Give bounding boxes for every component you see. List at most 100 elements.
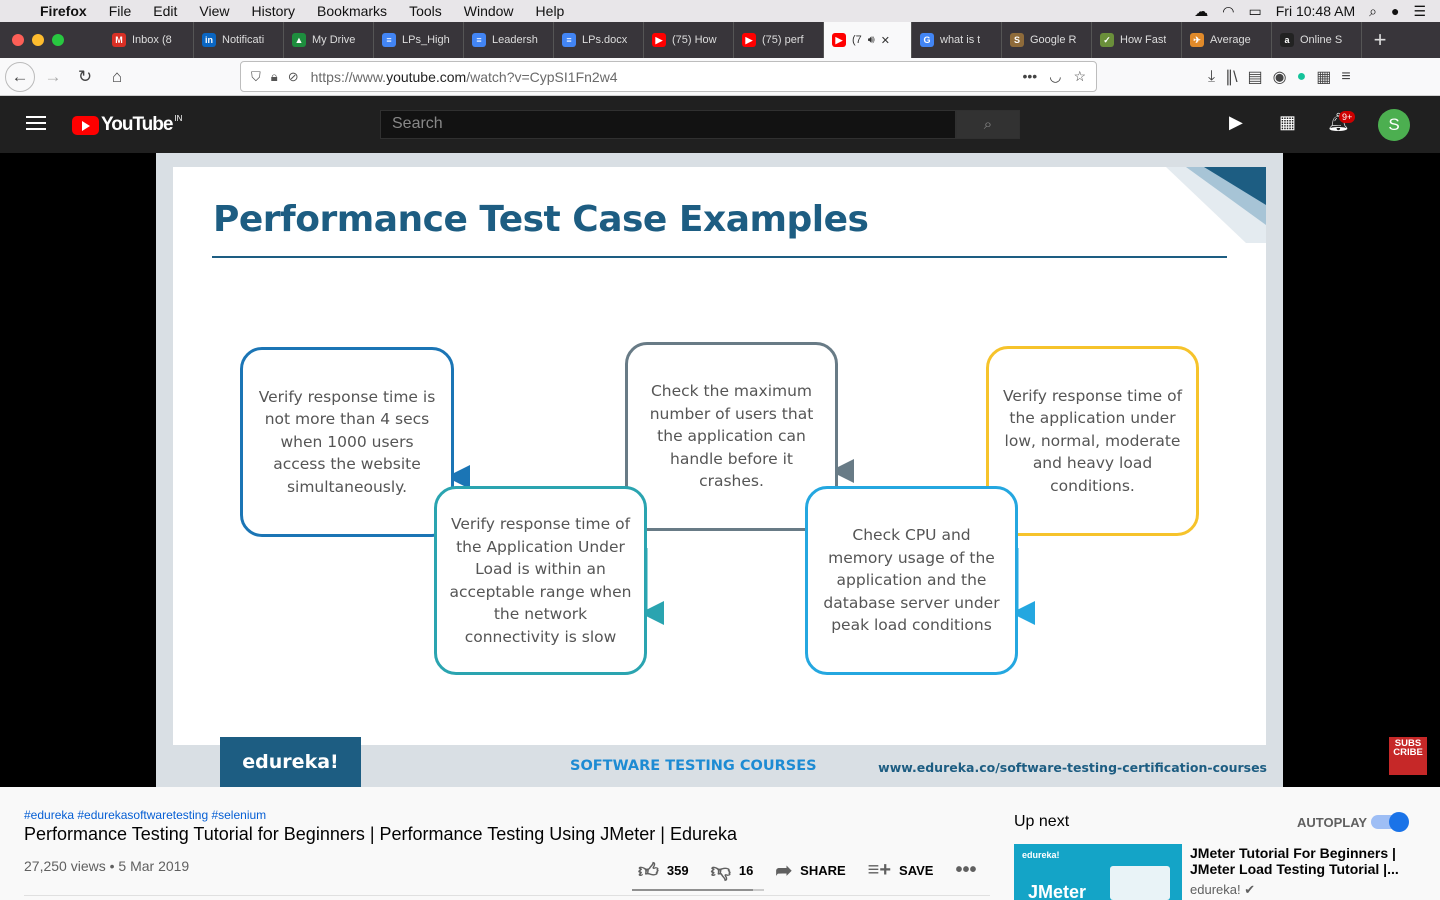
lock-icon[interactable]: 🔒︎ bbox=[271, 69, 278, 85]
share-label: SHARE bbox=[800, 863, 846, 878]
reload-button[interactable]: ↻ bbox=[69, 61, 101, 93]
close-window-icon[interactable] bbox=[12, 34, 24, 46]
navigation-toolbar: ← → ↻ ⌂ ⛉ 🔒︎ ⊘ https://www.youtube.com/w… bbox=[0, 58, 1440, 96]
apps-grid-icon[interactable]: ▦ bbox=[1279, 112, 1296, 133]
cloud-icon[interactable]: ☁ bbox=[1194, 3, 1208, 20]
bookmark-star-icon[interactable]: ☆ bbox=[1073, 68, 1086, 85]
browser-tab[interactable]: Gwhat is t bbox=[912, 22, 1002, 58]
shield-icon[interactable]: ⛉ bbox=[251, 69, 261, 85]
account-icon[interactable]: ◉ bbox=[1273, 67, 1287, 87]
forward-button[interactable]: → bbox=[37, 61, 69, 93]
browser-tab[interactable]: ✓ How Fast bbox=[1092, 22, 1182, 58]
save-button[interactable]: ≡+ SAVE bbox=[868, 859, 934, 882]
leaf-icon: ✓ bbox=[1100, 33, 1114, 47]
permissions-icon[interactable]: ⊘ bbox=[288, 69, 299, 85]
menu-app-name[interactable]: Firefox bbox=[40, 3, 87, 19]
share-button[interactable]: ➦ SHARE bbox=[775, 858, 845, 883]
youtube-icon: ▶ bbox=[742, 33, 756, 47]
tab-audio-icon[interactable]: 🔊︎ bbox=[868, 34, 875, 47]
youtube-icon: ▶ bbox=[652, 33, 666, 47]
address-bar[interactable]: ⛉ 🔒︎ ⊘ https://www.youtube.com/watch?v=C… bbox=[240, 61, 1097, 92]
next-video-channel[interactable]: edureka! ✔ bbox=[1190, 882, 1255, 898]
browser-tab[interactable]: ▶ (75) How bbox=[644, 22, 734, 58]
browser-tab[interactable]: ≡ LPs_High bbox=[374, 22, 464, 58]
clock[interactable]: Fri 10:48 AM bbox=[1276, 3, 1355, 19]
test-case-box-2: Verify response time of the Application … bbox=[434, 486, 647, 675]
browser-tab[interactable]: ▲ My Drive bbox=[284, 22, 374, 58]
next-video-thumbnail[interactable]: edureka! JMeter bbox=[1014, 844, 1182, 900]
spotlight-icon[interactable]: ⌕ bbox=[1369, 3, 1377, 20]
video-title: Performance Testing Tutorial for Beginne… bbox=[24, 824, 738, 844]
scholar-icon: S bbox=[1010, 33, 1024, 47]
menu-tools[interactable]: Tools bbox=[409, 3, 442, 19]
video-actions: 👍︎ 359 👎︎ 16 ➦ SHARE ≡+ SAVE ••• bbox=[638, 858, 998, 883]
menu-icon[interactable]: ≡ bbox=[1341, 68, 1350, 86]
tab-strip: M Inbox (8 in Notificati ▲ My Drive ≡ LPs_High ≡… bbox=[0, 22, 1440, 58]
docs-icon: ≡ bbox=[472, 33, 486, 47]
menu-view[interactable]: View bbox=[199, 3, 229, 19]
wifi-icon[interactable]: ◠ bbox=[1222, 3, 1234, 20]
grammarly-icon[interactable]: ● bbox=[1297, 68, 1307, 86]
dislike-button[interactable]: 👎︎ 16 bbox=[711, 859, 754, 883]
search-button[interactable]: ⌕ bbox=[956, 110, 1020, 139]
browser-tab[interactable]: ▶ (7 🔊︎ ✕ bbox=[824, 22, 912, 58]
tab-label: Leadersh bbox=[492, 34, 538, 46]
like-count: 359 bbox=[666, 863, 689, 878]
browser-tab[interactable]: a Online S bbox=[1272, 22, 1362, 58]
download-icon[interactable]: ⤓ bbox=[1208, 68, 1215, 86]
menu-edit[interactable]: Edit bbox=[153, 3, 177, 19]
browser-tab[interactable]: ≡ Leadersh bbox=[464, 22, 554, 58]
gmail-icon: M bbox=[112, 33, 126, 47]
video-meta: 27,250 views • 5 Mar 2019 bbox=[24, 858, 190, 874]
pocket-icon[interactable]: ◡ bbox=[1049, 68, 1061, 85]
tab-label: Google R bbox=[1030, 34, 1077, 46]
avatar[interactable]: S bbox=[1378, 109, 1410, 141]
video-slide[interactable]: Performance Test Case Examples Verify re… bbox=[156, 153, 1283, 787]
docs-icon: ≡ bbox=[562, 33, 576, 47]
create-video-icon[interactable]: ▶ bbox=[1229, 112, 1243, 133]
menu-file[interactable]: File bbox=[109, 3, 132, 19]
next-video-title[interactable]: JMeter Tutorial For Beginners | JMeter L… bbox=[1190, 845, 1400, 877]
minimize-window-icon[interactable] bbox=[32, 34, 44, 46]
subscribe-watermark[interactable]: SUBS CRIBE bbox=[1389, 737, 1427, 775]
browser-tab[interactable]: ✈ Average bbox=[1182, 22, 1272, 58]
control-center-icon[interactable]: ☰ bbox=[1413, 3, 1426, 20]
menu-help[interactable]: Help bbox=[536, 3, 565, 19]
page-actions-icon[interactable]: ••• bbox=[1023, 68, 1038, 85]
url-text[interactable]: https://www.youtube.com/watch?v=CypSI1Fn… bbox=[311, 69, 618, 85]
save-label: SAVE bbox=[899, 863, 934, 878]
menu-bookmarks[interactable]: Bookmarks bbox=[317, 3, 387, 19]
search-input[interactable]: Search bbox=[380, 110, 956, 139]
siri-icon[interactable]: ● bbox=[1391, 3, 1399, 19]
extensions-icon[interactable]: ▦ bbox=[1316, 67, 1331, 87]
footer-courses-text: SOFTWARE TESTING COURSES bbox=[570, 758, 817, 774]
reader-view-icon[interactable]: ▤ bbox=[1248, 67, 1263, 87]
hamburger-menu-icon[interactable] bbox=[26, 116, 46, 134]
battery-icon[interactable]: ▭ bbox=[1249, 3, 1262, 20]
browser-tab[interactable]: S Google R bbox=[1002, 22, 1092, 58]
browser-tab[interactable]: ▶ (75) perf bbox=[734, 22, 824, 58]
browser-tab[interactable]: ≡ LPs.docx bbox=[554, 22, 644, 58]
tab-label: LPs_High bbox=[402, 34, 450, 46]
video-hashtags[interactable]: #edureka #edurekasoftwaretesting #seleni… bbox=[24, 808, 266, 822]
tab-label: (75) perf bbox=[762, 34, 804, 46]
new-tab-button[interactable]: + bbox=[1362, 27, 1398, 53]
youtube-logo[interactable]: YouTube IN bbox=[72, 114, 182, 136]
menu-window[interactable]: Window bbox=[464, 3, 514, 19]
menu-history[interactable]: History bbox=[251, 3, 295, 19]
like-button[interactable]: 👍︎ 359 bbox=[638, 859, 689, 883]
tab-label: (7 bbox=[852, 34, 862, 46]
tab-label: Inbox (8 bbox=[132, 34, 172, 46]
back-button[interactable]: ← bbox=[5, 61, 35, 92]
thumbs-down-icon: 👎︎ bbox=[710, 859, 731, 882]
plane-icon: ✈ bbox=[1190, 33, 1204, 47]
home-button[interactable]: ⌂ bbox=[101, 61, 133, 93]
browser-tab[interactable]: in Notificati bbox=[194, 22, 284, 58]
maximize-window-icon[interactable] bbox=[52, 34, 64, 46]
library-icon[interactable]: ∥\ bbox=[1225, 67, 1237, 87]
add-to-playlist-icon: ≡+ bbox=[867, 859, 892, 881]
close-tab-icon[interactable]: ✕ bbox=[881, 34, 890, 47]
browser-tab[interactable]: M Inbox (8 bbox=[104, 22, 194, 58]
more-actions-button[interactable]: ••• bbox=[955, 859, 976, 882]
autoplay-toggle[interactable] bbox=[1371, 812, 1409, 832]
